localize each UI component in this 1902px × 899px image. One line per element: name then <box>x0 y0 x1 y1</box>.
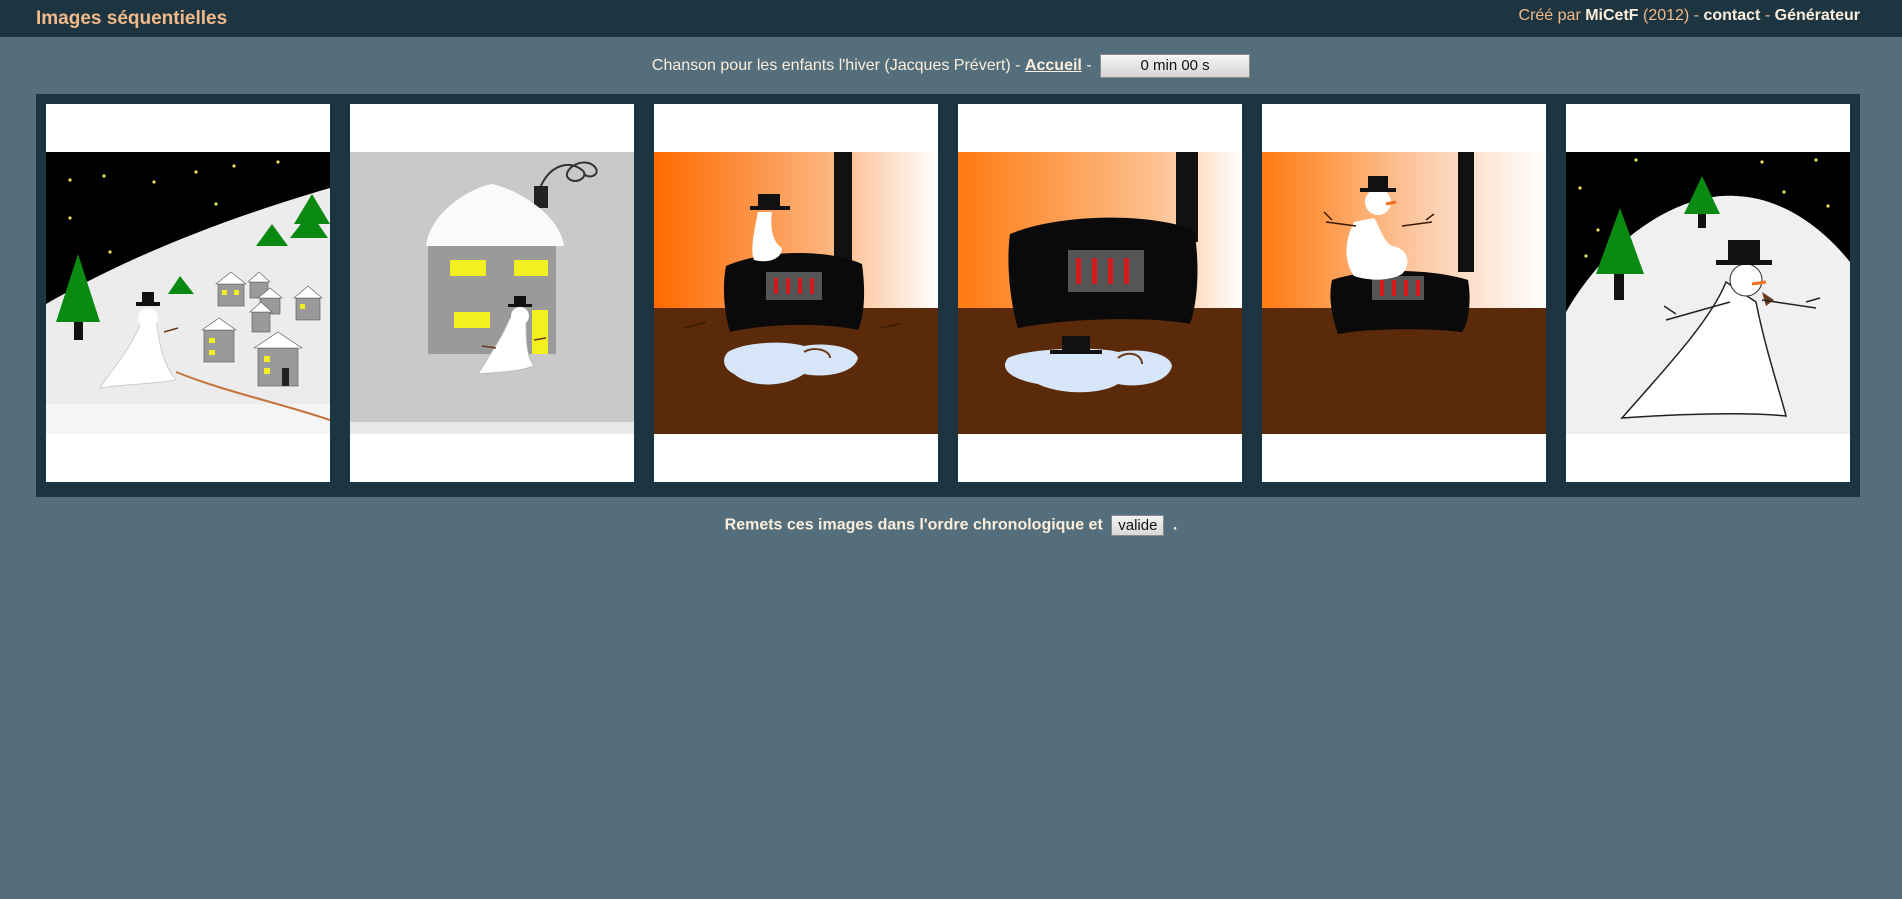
melted-snowman-hat-stove-image <box>958 152 1242 434</box>
generator-link[interactable]: Générateur <box>1775 7 1860 24</box>
snowman-house-door-image <box>350 152 634 434</box>
contact-link[interactable]: contact <box>1703 7 1760 24</box>
song-title: Chanson pour les enfants l'hiver (Jacque… <box>651 57 1011 75</box>
instruction-text: Remets ces images dans l'ordre chronolog… <box>724 516 1103 534</box>
image-card-5[interactable] <box>1262 104 1546 482</box>
snowman-village-night-image <box>46 152 330 434</box>
snowman-on-stove-melting-image <box>654 152 938 434</box>
separator: - <box>1015 57 1021 75</box>
separator: - <box>1086 57 1092 75</box>
image-card-3[interactable] <box>654 104 938 482</box>
instruction-line: Remets ces images dans l'ordre chronolog… <box>0 515 1902 536</box>
image-card-4[interactable] <box>958 104 1242 482</box>
author-name: MiCetF <box>1585 7 1639 24</box>
snowman-hill-night-image <box>1566 152 1850 434</box>
header-bar: Images séquentielles Créé par MiCetF (20… <box>0 0 1902 37</box>
image-card-2[interactable] <box>350 104 634 482</box>
validate-button[interactable]: valide <box>1111 515 1165 536</box>
instruction-end: . <box>1172 516 1178 534</box>
credits: Créé par MiCetF (2012) - contact - Génér… <box>1519 7 1860 25</box>
subtitle-line: Chanson pour les enfants l'hiver (Jacque… <box>0 54 1902 78</box>
image-gallery <box>36 94 1860 497</box>
timer-display: 0 min 00 s <box>1100 54 1251 78</box>
separator: - <box>1764 7 1771 24</box>
year-label: (2012) <box>1643 7 1690 24</box>
image-card-6[interactable] <box>1566 104 1850 482</box>
home-link[interactable]: Accueil <box>1025 57 1082 74</box>
created-by-label: Créé par <box>1518 7 1581 24</box>
image-card-1[interactable] <box>46 104 330 482</box>
snowman-sitting-on-stove-image <box>1262 152 1546 434</box>
site-title: Images séquentielles <box>36 8 228 29</box>
separator: - <box>1693 7 1700 24</box>
